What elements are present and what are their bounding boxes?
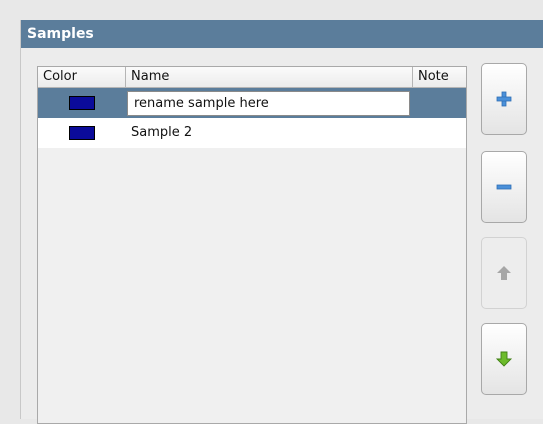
remove-sample-button[interactable] [481, 151, 527, 223]
samples-panel: Samples Color Name Note Sample 2 [20, 20, 543, 424]
move-down-button[interactable] [481, 323, 527, 395]
table-header: Color Name Note [38, 67, 466, 88]
color-swatch[interactable] [69, 126, 95, 140]
color-swatch[interactable] [69, 96, 95, 110]
sample-name-input[interactable] [127, 91, 410, 116]
move-up-button[interactable] [481, 237, 527, 309]
arrow-up-icon [497, 266, 511, 280]
panel-title: Samples [21, 20, 543, 48]
table-row[interactable] [38, 88, 466, 118]
column-header-note[interactable]: Note [412, 67, 466, 87]
minus-icon [496, 184, 512, 190]
samples-table[interactable]: Color Name Note Sample 2 [37, 66, 467, 424]
arrow-down-icon [495, 351, 513, 367]
plus-icon [496, 91, 512, 107]
sample-name: Sample 2 [131, 125, 193, 140]
table-row[interactable]: Sample 2 [38, 118, 466, 148]
column-header-color[interactable]: Color [38, 67, 125, 87]
column-header-name[interactable]: Name [125, 67, 412, 87]
add-sample-button[interactable] [481, 63, 527, 135]
